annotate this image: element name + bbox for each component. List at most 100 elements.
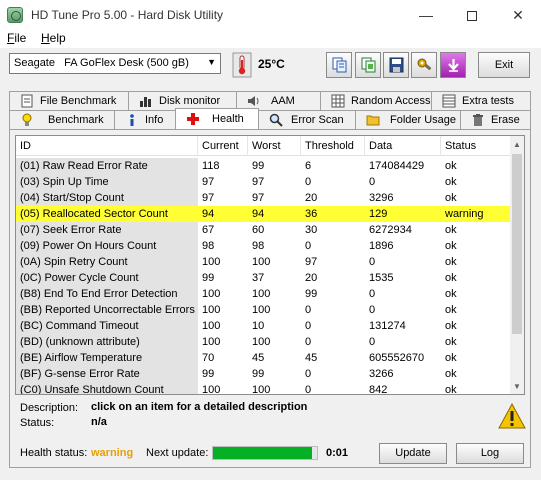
tab-folder-usage[interactable]: Folder Usage [355, 110, 461, 129]
cell-current: 97 [202, 192, 215, 204]
cell-worst: 99 [252, 160, 265, 172]
cell-status: warning [441, 206, 512, 222]
minimize-button[interactable]: — [403, 0, 449, 30]
chevron-down-icon: ▼ [207, 57, 216, 67]
tab-random-access[interactable]: Random Access [320, 91, 432, 110]
cell-current: 94 [198, 206, 248, 222]
download-button[interactable] [440, 52, 466, 78]
cell-status: ok [445, 304, 457, 316]
health-status-label: Health status: [20, 447, 88, 459]
cell-id: (04) Start/Stop Count [16, 190, 198, 206]
table-row[interactable]: (01) Raw Read Error Rate 118 99 6 174084… [16, 158, 512, 174]
cell-worst: 97 [252, 192, 265, 204]
cell-id: (BB) Reported Uncorrectable Errors [16, 302, 198, 318]
cell-status: ok [445, 352, 457, 364]
tab-extra-tests[interactable]: Extra tests [431, 91, 531, 110]
cell-current: 118 [202, 160, 220, 172]
cell-data: 605552670 [369, 352, 425, 364]
cell-worst: 97 [252, 176, 265, 188]
title-bar: HD Tune Pro 5.00 - Hard Disk Utility — ✕ [0, 0, 541, 30]
cell-data: 3296 [369, 192, 394, 204]
bar-chart-icon [140, 97, 151, 107]
table-row[interactable]: (04) Start/Stop Count 97 97 20 3296 ok [16, 190, 512, 206]
table-row[interactable]: (BD) (unknown attribute) 100 100 0 0 ok [16, 334, 512, 350]
download-arrow-icon [448, 59, 459, 72]
cell-status: ok [445, 272, 457, 284]
copy-screenshot-button[interactable] [355, 52, 381, 78]
menu-help[interactable]: Help [41, 31, 66, 45]
table-row[interactable]: (C0) Unsafe Shutdown Count 100 100 0 842… [16, 382, 512, 395]
tab-health[interactable]: Health [175, 108, 259, 129]
cell-worst: 100 [252, 384, 271, 395]
table-row[interactable]: (BF) G-sense Error Rate 99 99 0 3266 ok [16, 366, 512, 382]
warning-triangle-icon [498, 403, 526, 429]
log-button[interactable]: Log [456, 443, 524, 464]
column-header-id[interactable]: ID [16, 136, 198, 156]
tab-info[interactable]: Info [114, 110, 176, 129]
table-row[interactable]: (BB) Reported Uncorrectable Errors 100 1… [16, 302, 512, 318]
cell-data: 3266 [369, 368, 394, 380]
maximize-button[interactable] [449, 0, 495, 30]
cell-id: (05) Reallocated Sector Count [16, 206, 198, 222]
cell-threshold: 99 [305, 288, 318, 300]
cell-id: (07) Seek Error Rate [16, 222, 198, 238]
cell-id: (BE) Airflow Temperature [16, 350, 198, 366]
table-row-warning[interactable]: (05) Reallocated Sector Count 94 94 36 1… [16, 206, 512, 222]
copy-info-button[interactable] [326, 52, 352, 78]
cell-current: 70 [202, 352, 215, 364]
options-button[interactable] [411, 52, 437, 78]
cell-threshold: 36 [301, 206, 365, 222]
scrollbar-thumb[interactable] [512, 154, 522, 334]
cell-current: 98 [202, 240, 215, 252]
close-button[interactable]: ✕ [495, 0, 541, 30]
update-button[interactable]: Update [379, 443, 447, 464]
table-header: ID Current Worst Threshold Data Status [16, 136, 524, 156]
cell-threshold: 0 [305, 240, 312, 252]
cell-data: 174084429 [369, 160, 425, 172]
table-row[interactable]: (03) Spin Up Time 97 97 0 0 ok [16, 174, 512, 190]
cell-current: 100 [202, 256, 221, 268]
table-row[interactable]: (09) Power On Hours Count 98 98 0 1896 o… [16, 238, 512, 254]
cell-data: 0 [369, 288, 376, 300]
cell-threshold: 20 [305, 192, 318, 204]
tab-erase[interactable]: Erase [460, 110, 531, 129]
column-header-current[interactable]: Current [198, 136, 248, 156]
cell-worst: 45 [252, 352, 265, 364]
table-row[interactable]: (BE) Airflow Temperature 70 45 45 605552… [16, 350, 512, 366]
menu-bar: File Help [0, 30, 541, 48]
cell-worst: 100 [252, 336, 271, 348]
exit-button[interactable]: Exit [478, 52, 530, 78]
column-header-threshold[interactable]: Threshold [301, 136, 365, 156]
vertical-scrollbar[interactable]: ▲ ▼ [510, 136, 524, 394]
table-row[interactable]: (0A) Spin Retry Count 100 100 97 0 ok [16, 254, 512, 270]
cell-id: (0A) Spin Retry Count [16, 254, 198, 270]
health-status-value: warning [91, 447, 134, 459]
table-row[interactable]: (0C) Power Cycle Count 99 37 20 1535 ok [16, 270, 512, 286]
cell-threshold: 0 [305, 384, 312, 395]
speaker-icon [248, 96, 259, 106]
drive-select[interactable]: Seagate FA GoFlex Desk (500 gB) ▼ [9, 53, 221, 74]
tab-error-scan[interactable]: Error Scan [258, 110, 356, 129]
table-row[interactable]: (07) Seek Error Rate 67 60 30 6272934 ok [16, 222, 512, 238]
column-header-status[interactable]: Status [441, 136, 512, 156]
menu-file[interactable]: File [7, 31, 26, 45]
column-header-worst[interactable]: Worst [248, 136, 301, 156]
scroll-down-icon[interactable]: ▼ [510, 380, 524, 394]
cell-id: (01) Raw Read Error Rate [16, 158, 198, 174]
status-label: Status: [20, 417, 55, 429]
tab-benchmark[interactable]: Benchmark [9, 110, 115, 129]
next-update-label: Next update: [146, 447, 209, 459]
cell-data: 129 [365, 206, 441, 222]
thermometer-icon [232, 52, 252, 78]
save-button[interactable] [383, 52, 409, 78]
table-row[interactable]: (BC) Command Timeout 100 10 0 131274 ok [16, 318, 512, 334]
cell-current: 97 [202, 176, 215, 188]
table-row[interactable]: (B8) End To End Error Detection 100 100 … [16, 286, 512, 302]
tab-file-benchmark[interactable]: File Benchmark [9, 91, 129, 110]
scroll-up-icon[interactable]: ▲ [510, 138, 524, 152]
cell-worst: 100 [252, 256, 271, 268]
temperature-readout: 25°C [258, 57, 285, 71]
column-header-data[interactable]: Data [365, 136, 441, 156]
cell-status: ok [445, 224, 457, 236]
app-icon [7, 7, 23, 23]
